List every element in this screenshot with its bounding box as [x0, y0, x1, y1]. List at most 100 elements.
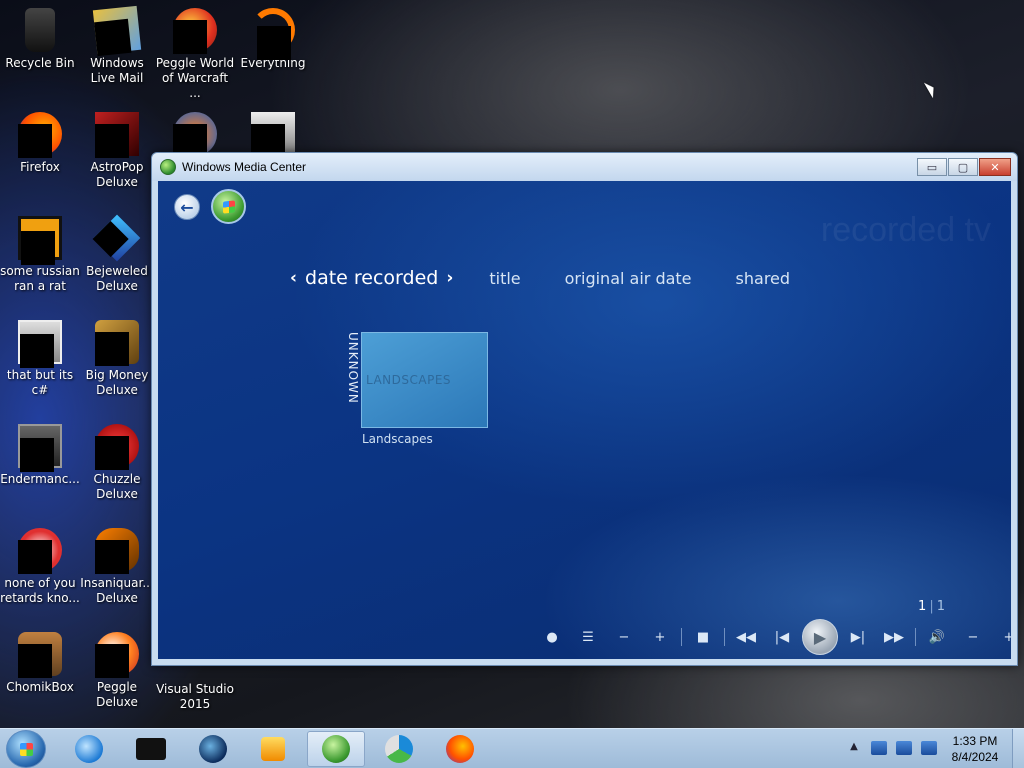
- skip-back-icon[interactable]: |◀: [764, 621, 800, 653]
- desktop-icon-label: Firefox: [20, 160, 60, 174]
- taskbar-browser[interactable]: [370, 731, 428, 767]
- rewind-icon[interactable]: ◀◀: [728, 621, 764, 653]
- desktop-icon-label: Visual Studio 2015: [156, 682, 234, 711]
- divider: [915, 628, 916, 646]
- page-total: 1: [936, 599, 945, 614]
- desktop-icon-that-but-csharp[interactable]: that but its c#: [0, 320, 80, 398]
- desktop-icon-bejeweled[interactable]: Bejeweled Deluxe: [77, 214, 157, 294]
- media-center-window[interactable]: Windows Media Center ▭ ▢ ✕ ← recorded tv…: [151, 152, 1018, 666]
- sort-date-recorded[interactable]: ‹ date recorded ›: [282, 267, 461, 289]
- divider: [724, 628, 725, 646]
- peggle-icon: [173, 8, 217, 54]
- taskbar-cmd[interactable]: [122, 731, 180, 767]
- skip-forward-icon[interactable]: ▶|: [840, 621, 876, 653]
- fish-icon: [95, 528, 139, 574]
- hamster-icon: [18, 632, 62, 678]
- desktop-icon-chuzzle[interactable]: Chuzzle Deluxe: [77, 424, 157, 502]
- display-icon[interactable]: [896, 741, 912, 755]
- channel-down-icon[interactable]: −: [606, 621, 642, 653]
- volume-down-icon[interactable]: −: [955, 621, 991, 653]
- show-desktop-button[interactable]: [1012, 729, 1024, 768]
- minimize-button[interactable]: ▭: [917, 158, 947, 176]
- globe-icon: [199, 735, 227, 763]
- desktop-icon-label: Insaniquar... Deluxe: [80, 576, 154, 605]
- file-icon: [18, 216, 62, 265]
- start-button[interactable]: [211, 189, 246, 224]
- divider: [681, 628, 682, 646]
- desktop-icon-endermanch[interactable]: Endermanc...: [0, 424, 80, 487]
- desktop-icon-chomikbox[interactable]: ChomikBox: [0, 632, 80, 695]
- title-bar[interactable]: Windows Media Center ▭ ▢ ✕: [152, 153, 1017, 181]
- desktop-icon-big-money[interactable]: Big Money Deluxe: [77, 320, 157, 398]
- taskbar-media-player[interactable]: [244, 731, 302, 767]
- record-icon[interactable]: ●: [534, 621, 570, 653]
- sort-shared[interactable]: shared: [736, 269, 791, 288]
- play-icon[interactable]: ▶: [802, 619, 838, 655]
- sort-original-air-date[interactable]: original air date: [565, 269, 692, 288]
- maximize-button[interactable]: ▢: [948, 158, 978, 176]
- desktop-icon-label: Big Money Deluxe: [85, 368, 149, 397]
- redacted-block: [18, 540, 52, 574]
- redacted-block: [95, 540, 129, 574]
- app-icon: [18, 528, 62, 574]
- desktop-icon-label: that but its c#: [6, 368, 74, 397]
- taskbar-ie[interactable]: [60, 731, 118, 767]
- page-indicator: 1 | 1: [918, 599, 945, 614]
- desktop-icon-label: Chuzzle Deluxe: [93, 472, 141, 501]
- taskbar-clock[interactable]: 1:33 PM 8/4/2024: [940, 733, 1010, 765]
- desktop-icon-label: Peggle Deluxe: [96, 680, 138, 709]
- mute-icon[interactable]: 🔊: [919, 621, 955, 653]
- windows-logo-icon: [223, 200, 235, 214]
- desktop-icon-peggle-wow[interactable]: Peggle World of Warcraft ...: [155, 8, 235, 101]
- taskbar-media-center[interactable]: [307, 731, 365, 767]
- sort-title[interactable]: title: [489, 269, 520, 288]
- redacted-block: [94, 18, 132, 57]
- page-current: 1: [918, 599, 927, 614]
- close-button[interactable]: ✕: [979, 158, 1011, 176]
- redacted-block: [95, 124, 129, 158]
- channel-up-icon[interactable]: +: [642, 621, 678, 653]
- windows-logo-icon: [20, 743, 33, 756]
- clock-time: 1:33 PM: [952, 734, 998, 748]
- gem-icon: [92, 214, 141, 262]
- media-player-icon: [261, 737, 285, 761]
- desktop-icon-visual-studio[interactable]: Visual Studio 2015: [155, 658, 235, 712]
- chevron-left-icon[interactable]: ‹: [290, 268, 297, 288]
- chevron-right-icon[interactable]: ›: [446, 268, 453, 288]
- desktop-icon-everything[interactable]: Everything: [233, 8, 313, 71]
- desktop-icon-none-of-you[interactable]: none of you retards kno...: [0, 528, 80, 606]
- back-button[interactable]: ←: [174, 194, 200, 220]
- taskbar-firefox[interactable]: [431, 731, 489, 767]
- transport-controls: ● ☰ − + ■ ◀◀ |◀ ▶ ▶| ▶▶ 🔊 − +: [534, 619, 1011, 655]
- guide-icon[interactable]: ☰: [570, 621, 606, 653]
- desktop-icon-firefox[interactable]: Firefox: [0, 112, 80, 175]
- redacted-block: [18, 124, 52, 158]
- desktop-icon-some-russian[interactable]: some russian ran a rat: [0, 216, 80, 294]
- folder-icon: [251, 112, 295, 158]
- redacted-block: [257, 26, 291, 60]
- desktop-icon-label: AstroPop Deluxe: [90, 160, 144, 189]
- desktop-icon-recycle-bin[interactable]: Recycle Bin: [0, 8, 80, 71]
- window-title: Windows Media Center: [182, 160, 307, 174]
- taskbar: ▲ 1:33 PM 8/4/2024: [0, 728, 1024, 768]
- tile-title: LANDSCAPES: [366, 373, 452, 387]
- desktop-icon-windows-live-mail[interactable]: Windows Live Mail: [77, 5, 157, 86]
- desktop-icon-peggle-deluxe[interactable]: Peggle Deluxe: [77, 632, 157, 710]
- taskbar-globe[interactable]: [184, 731, 242, 767]
- page-separator: |: [929, 599, 934, 614]
- recording-tile[interactable]: LANDSCAPES: [361, 332, 488, 428]
- desktop-icon-astropop[interactable]: AstroPop Deluxe: [77, 112, 157, 190]
- fast-forward-icon[interactable]: ▶▶: [876, 621, 912, 653]
- game-icon: [95, 424, 139, 470]
- desktop-icon-insaniquarium[interactable]: Insaniquar... Deluxe: [77, 528, 157, 606]
- media-center-icon: [160, 159, 176, 175]
- group-label: UNKNOWN: [346, 332, 360, 404]
- tray-expand-icon[interactable]: ▲: [846, 741, 862, 755]
- start-menu-button[interactable]: [6, 730, 46, 768]
- redacted-block: [92, 221, 129, 258]
- volume-up-icon[interactable]: +: [991, 621, 1011, 653]
- redacted-block: [173, 20, 207, 54]
- speaker-icon[interactable]: [921, 741, 937, 755]
- stop-icon[interactable]: ■: [685, 621, 721, 653]
- network-icon[interactable]: [871, 741, 887, 755]
